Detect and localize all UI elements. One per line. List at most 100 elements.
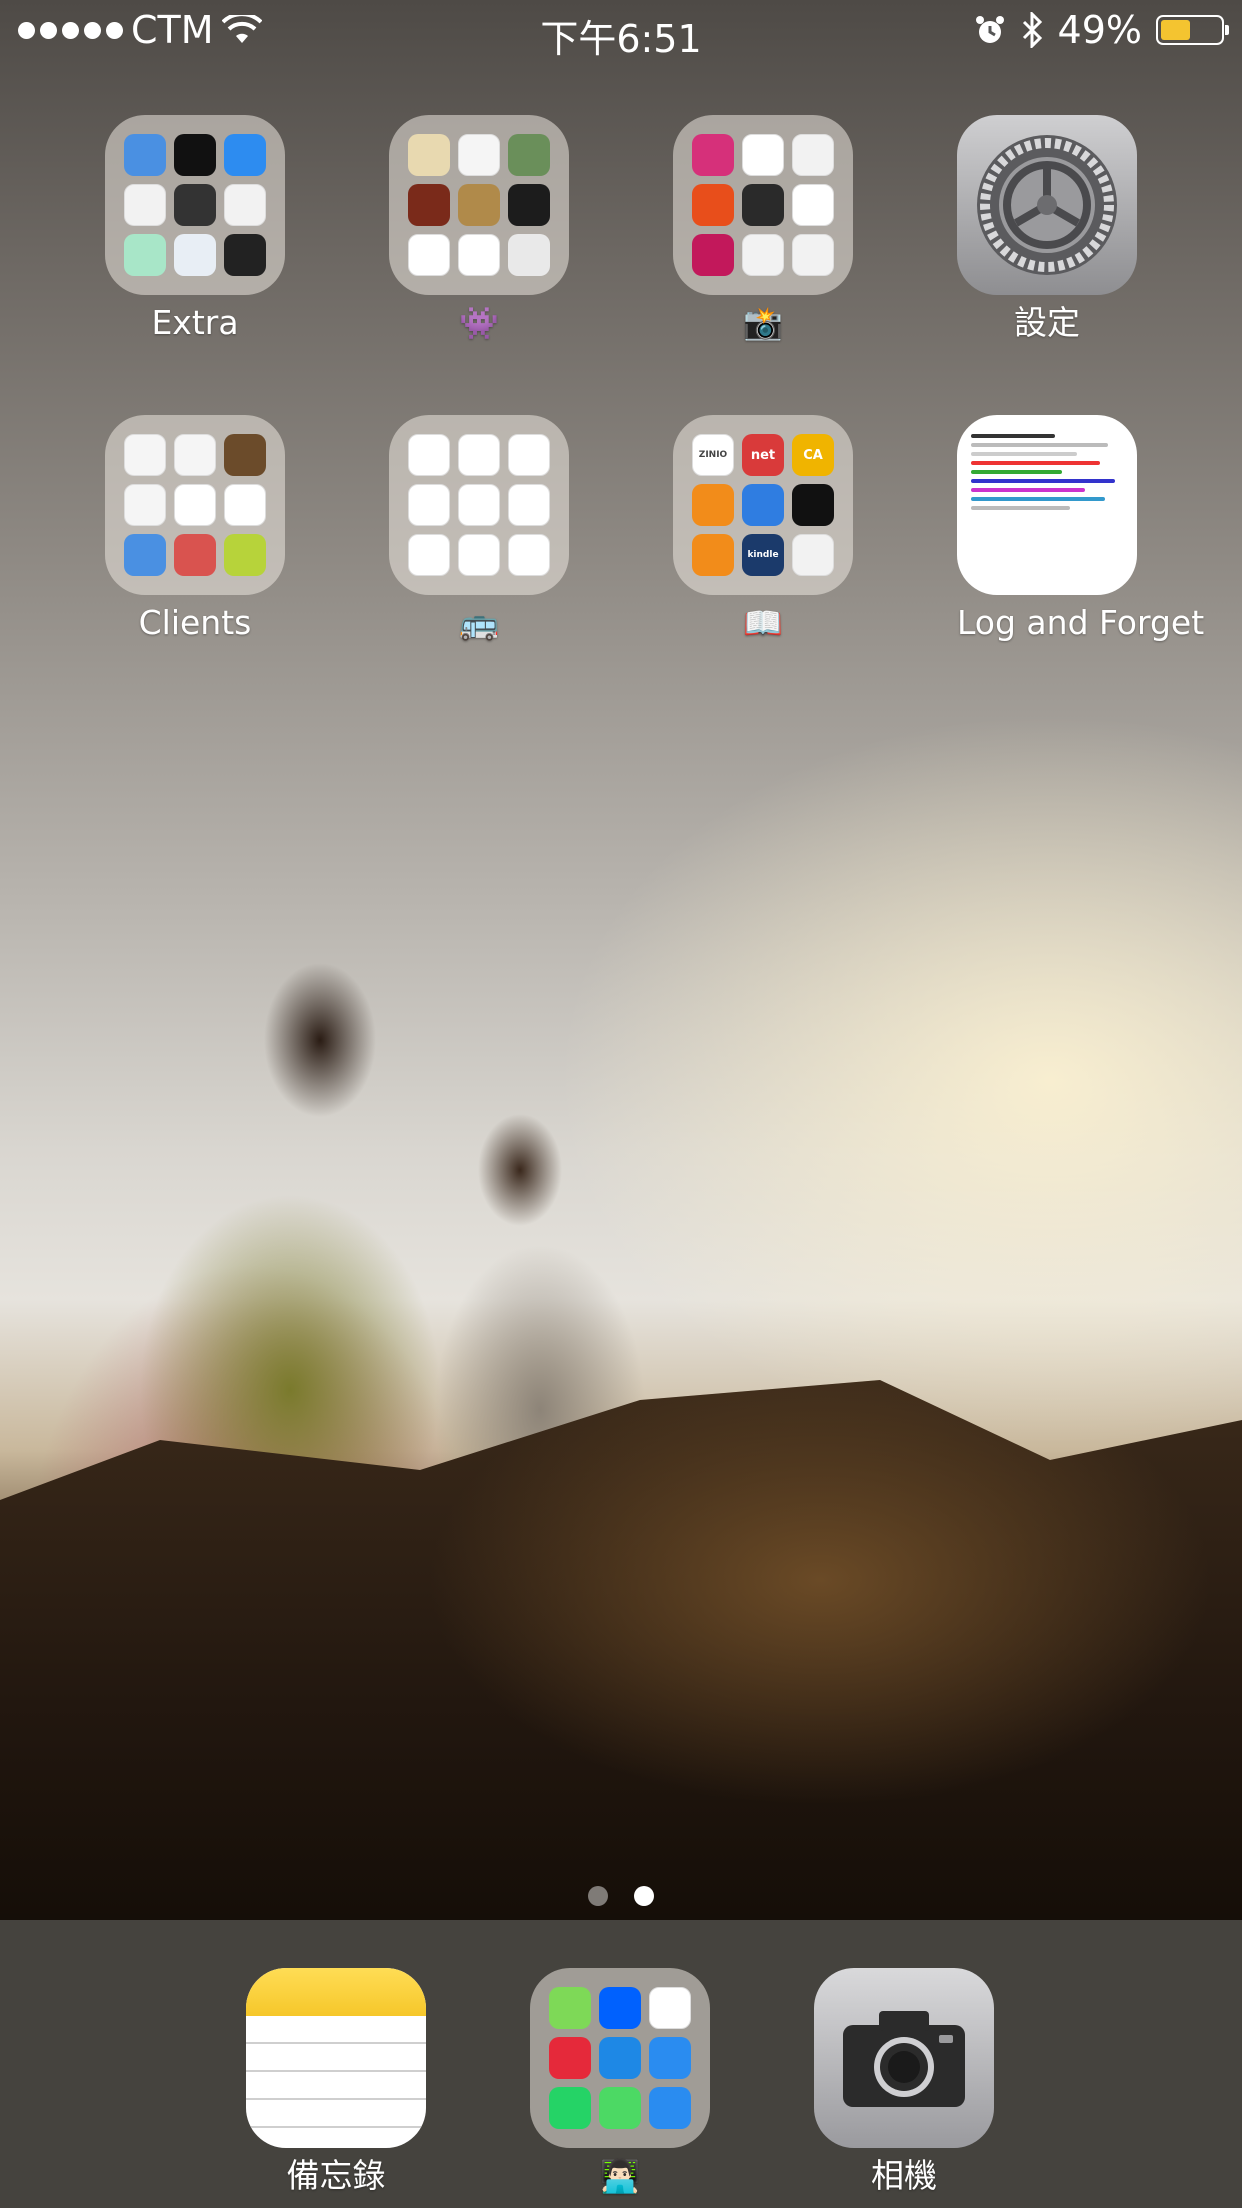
battery-icon xyxy=(1156,15,1229,45)
dock: 備忘錄 👨🏻‍💻 相機 xyxy=(0,1920,1242,2208)
folder-mini-app-icon xyxy=(224,484,266,526)
gear-icon[interactable] xyxy=(957,115,1137,295)
folder-mini-app-icon xyxy=(508,134,550,176)
folder-camera-label: 📸 xyxy=(743,304,783,342)
folder-mini-app-icon xyxy=(224,134,266,176)
folder-mini-app-icon xyxy=(649,1987,691,2029)
folder-mini-app-icon xyxy=(549,2037,591,2079)
folder-mini-app-icon xyxy=(792,184,834,226)
folder-mini-app-icon xyxy=(792,134,834,176)
folder-mini-app-icon xyxy=(742,184,784,226)
folder-mini-app-icon: net xyxy=(742,434,784,476)
page-dot[interactable] xyxy=(634,1886,654,1906)
folder-mini-app-icon xyxy=(649,2087,691,2129)
app-log-and-forget[interactable]: Log and Forget xyxy=(957,415,1205,643)
app-camera-label: 相機 xyxy=(871,2156,937,2195)
folder-mini-app-icon xyxy=(792,484,834,526)
folder-mini-app-icon xyxy=(224,234,266,276)
folder-games-label: 👾 xyxy=(459,304,499,342)
folder-mini-app-icon xyxy=(599,1987,641,2029)
folder-clients[interactable]: Clients xyxy=(105,415,285,643)
folder-work-tile[interactable] xyxy=(530,1968,710,2148)
folder-mini-app-icon xyxy=(174,234,216,276)
folder-mini-app-icon xyxy=(692,484,734,526)
folder-mini-app-icon xyxy=(224,434,266,476)
folder-mini-app-icon xyxy=(508,484,550,526)
folder-mini-app-icon xyxy=(408,484,450,526)
folder-mini-app-icon xyxy=(508,184,550,226)
folder-mini-app-icon xyxy=(549,2087,591,2129)
folder-mini-app-icon xyxy=(408,234,450,276)
folder-mini-app-icon xyxy=(174,434,216,476)
folder-mini-app-icon xyxy=(224,534,266,576)
folder-clients-label: Clients xyxy=(138,603,252,642)
folder-mini-app-icon xyxy=(124,534,166,576)
folder-mini-app-icon xyxy=(792,234,834,276)
bluetooth-icon xyxy=(1022,12,1042,48)
folder-mini-app-icon xyxy=(174,134,216,176)
folder-mini-app-icon xyxy=(408,184,450,226)
folder-mini-app-icon xyxy=(124,484,166,526)
folder-bus[interactable]: 🚌 xyxy=(389,415,569,643)
camera-icon[interactable] xyxy=(814,1968,994,2148)
folder-mini-app-icon: CA xyxy=(792,434,834,476)
folder-mini-app-icon xyxy=(549,1987,591,2029)
app-notes[interactable]: 備忘錄 xyxy=(246,1968,426,2196)
app-settings[interactable]: 設定 xyxy=(957,115,1137,343)
folder-mini-app-icon xyxy=(692,534,734,576)
folder-books[interactable]: ZINIO net CA kindle 📖 xyxy=(673,415,853,643)
folder-extra-label: Extra xyxy=(151,303,239,342)
folder-mini-app-icon xyxy=(408,134,450,176)
folder-mini-app-icon xyxy=(124,234,166,276)
app-notes-label: 備忘錄 xyxy=(286,2156,386,2195)
folder-mini-app-icon xyxy=(458,534,500,576)
folder-mini-app-icon xyxy=(174,534,216,576)
folder-mini-app-icon xyxy=(649,2037,691,2079)
folder-bus-label: 🚌 xyxy=(459,604,499,642)
folder-clients-tile[interactable] xyxy=(105,415,285,595)
folder-extra[interactable]: Extra xyxy=(105,115,285,343)
folder-mini-app-icon xyxy=(692,134,734,176)
folder-mini-app-icon: kindle xyxy=(742,534,784,576)
folder-mini-app-icon xyxy=(742,484,784,526)
wallpaper-rocks xyxy=(0,1380,1242,1920)
folder-mini-app-icon xyxy=(124,434,166,476)
folder-mini-app-icon xyxy=(408,534,450,576)
folder-mini-app-icon xyxy=(458,434,500,476)
folder-mini-app-icon xyxy=(224,184,266,226)
folder-work[interactable]: 👨🏻‍💻 xyxy=(530,1968,710,2196)
folder-games-tile[interactable] xyxy=(389,115,569,295)
folder-mini-app-icon xyxy=(692,234,734,276)
folder-mini-app-icon xyxy=(508,534,550,576)
app-log-and-forget-label: Log and Forget xyxy=(957,603,1205,642)
folder-mini-app-icon xyxy=(458,184,500,226)
app-settings-label: 設定 xyxy=(1014,303,1080,342)
folder-mini-app-icon xyxy=(742,134,784,176)
battery-percent: 49% xyxy=(1057,8,1142,52)
folder-games[interactable]: 👾 xyxy=(389,115,569,343)
folder-mini-app-icon xyxy=(508,434,550,476)
folder-mini-app-icon xyxy=(458,234,500,276)
folder-camera-tile[interactable] xyxy=(673,115,853,295)
folder-mini-app-icon xyxy=(508,234,550,276)
folder-mini-app-icon xyxy=(458,134,500,176)
folder-work-label: 👨🏻‍💻 xyxy=(600,2157,640,2195)
folder-mini-app-icon xyxy=(792,534,834,576)
folder-extra-tile[interactable] xyxy=(105,115,285,295)
folder-camera[interactable]: 📸 xyxy=(673,115,853,343)
folder-mini-app-icon xyxy=(124,134,166,176)
page-indicator[interactable] xyxy=(0,1886,1242,1906)
folder-books-label: 📖 xyxy=(743,604,783,642)
app-camera[interactable]: 相機 xyxy=(814,1968,994,2196)
folder-mini-app-icon xyxy=(742,234,784,276)
folder-mini-app-icon xyxy=(599,2037,641,2079)
log-and-forget-icon[interactable] xyxy=(957,415,1137,595)
page-dot[interactable] xyxy=(588,1886,608,1906)
folder-mini-app-icon: ZINIO xyxy=(692,434,734,476)
folder-mini-app-icon xyxy=(124,184,166,226)
folder-books-tile[interactable]: ZINIO net CA kindle xyxy=(673,415,853,595)
folder-mini-app-icon xyxy=(692,184,734,226)
folder-bus-tile[interactable] xyxy=(389,415,569,595)
folder-mini-app-icon xyxy=(599,2087,641,2129)
notes-icon[interactable] xyxy=(246,1968,426,2148)
